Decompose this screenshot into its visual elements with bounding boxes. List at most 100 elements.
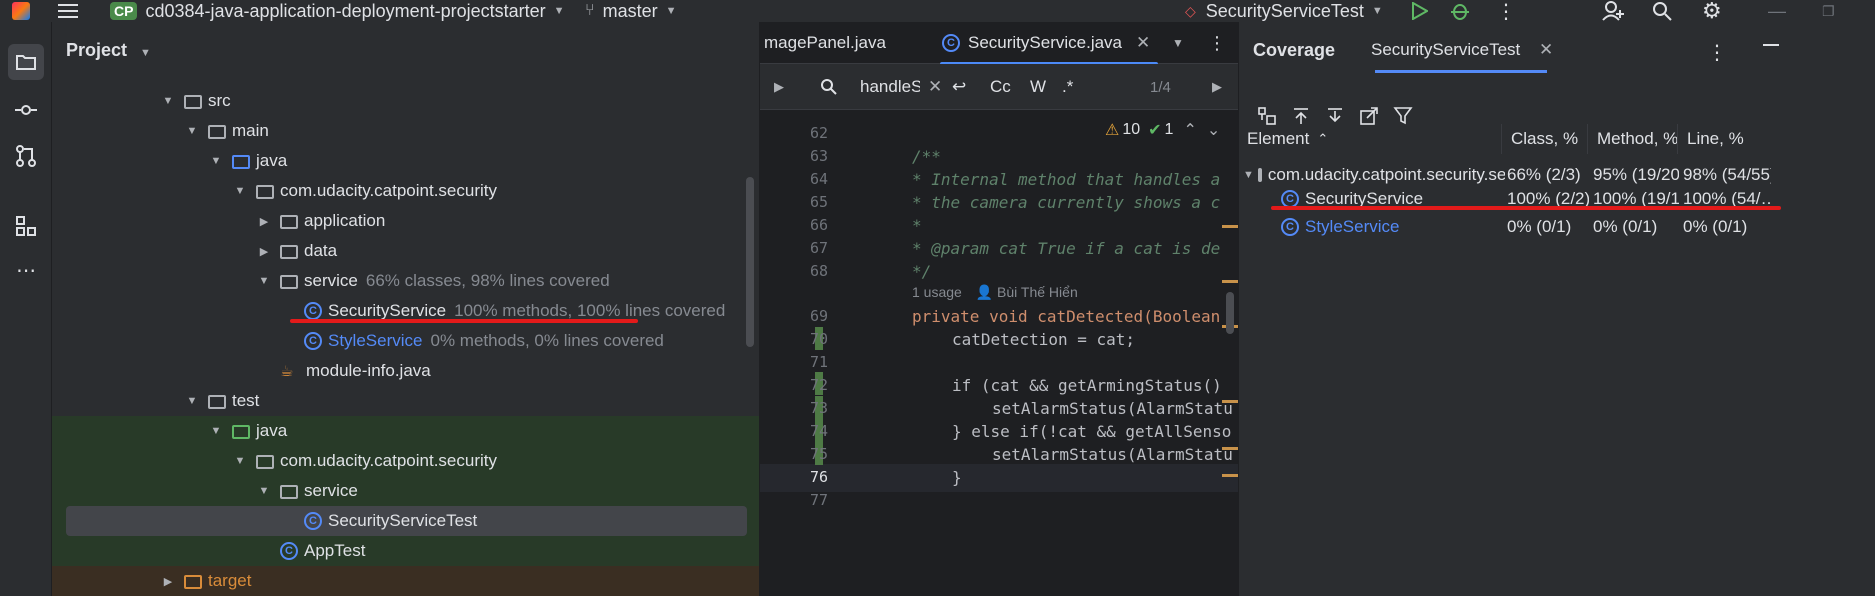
tree-item-securityservicetest[interactable]: C SecurityServiceTest xyxy=(52,506,759,536)
code-line[interactable]: catDetection = cat; xyxy=(952,330,1135,349)
coverage-run-tab[interactable]: SecurityServiceTest ✕ xyxy=(1371,40,1553,60)
expand-arrow-icon[interactable]: ▼ xyxy=(256,275,272,287)
expand-arrow-icon[interactable]: ▼ xyxy=(160,95,176,107)
restore-icon[interactable]: ❐ xyxy=(1822,0,1835,22)
chevron-right-icon[interactable]: ▶ xyxy=(774,64,784,110)
code-line[interactable]: * xyxy=(912,216,922,235)
column-header-line[interactable]: Line, % xyxy=(1687,124,1744,154)
project-selector[interactable]: CP cd0384-java-application-deployment-pr… xyxy=(110,0,565,22)
debug-button[interactable] xyxy=(1450,0,1470,22)
project-tool-button[interactable] xyxy=(8,44,44,80)
table-row[interactable]: C StyleService xyxy=(1281,212,1503,242)
more-actions-icon[interactable]: ⋮ xyxy=(1496,0,1516,23)
code-line[interactable]: * Internal method that handles a xyxy=(912,170,1220,189)
code-line[interactable]: } xyxy=(952,468,962,487)
tabs-overflow-icon[interactable]: ▼ xyxy=(1172,22,1184,64)
tree-item-label: application xyxy=(304,211,386,230)
next-match-icon[interactable]: ▶ xyxy=(1212,64,1222,110)
whole-word-button[interactable]: W xyxy=(1030,64,1046,110)
filter-icon[interactable] xyxy=(1393,106,1413,131)
tree-item-apptest[interactable]: C AppTest xyxy=(52,536,759,566)
expand-arrow-icon[interactable]: ▼ xyxy=(184,395,200,407)
tree-item-package[interactable]: ▼ com.udacity.catpoint.security xyxy=(52,176,759,206)
code-line[interactable]: * @param cat True if a cat is de xyxy=(912,239,1220,258)
code-line[interactable]: private void catDetected(Boolean xyxy=(912,307,1220,326)
search-icon[interactable] xyxy=(1652,0,1672,22)
commit-tool-button[interactable] xyxy=(8,92,44,128)
tabs-menu-icon[interactable]: ⋮ xyxy=(1208,22,1226,64)
minimize-icon[interactable]: — xyxy=(1768,0,1786,22)
tree-item-target[interactable]: ▶ target xyxy=(52,566,759,596)
new-line-icon[interactable]: ↩ xyxy=(952,64,966,110)
close-icon[interactable]: ✕ xyxy=(1539,40,1553,59)
run-button[interactable] xyxy=(1410,0,1428,22)
code-line[interactable]: setAlarmStatus(AlarmStatu xyxy=(992,399,1233,418)
clear-search-icon[interactable]: ✕ xyxy=(928,64,942,110)
close-icon[interactable]: ✕ xyxy=(1136,33,1150,53)
code-line[interactable]: */ xyxy=(912,262,931,281)
header-label: Method, % xyxy=(1597,129,1679,148)
code-line[interactable]: } else if(!cat && getAllSenso xyxy=(952,422,1231,441)
tree-item-main[interactable]: ▼ main xyxy=(52,116,759,146)
column-divider[interactable] xyxy=(1501,124,1502,154)
hide-panel-icon[interactable] xyxy=(1763,44,1779,46)
code-line[interactable]: /** xyxy=(912,147,941,166)
chevron-up-icon[interactable]: ⌃ xyxy=(1183,120,1196,140)
column-header-class[interactable]: Class, % xyxy=(1511,124,1578,154)
editor-scrollbar[interactable] xyxy=(1226,292,1234,334)
export-icon[interactable] xyxy=(1359,106,1379,131)
tab-securityservice[interactable]: C SecurityService.java ✕ xyxy=(942,22,1150,64)
main-menu-icon[interactable] xyxy=(58,0,78,22)
run-config-selector[interactable]: ◇ SecurityServiceTest ▼ xyxy=(1185,0,1383,22)
expand-arrow-icon[interactable]: ▼ xyxy=(232,455,248,467)
regex-button[interactable]: .* xyxy=(1062,64,1073,110)
add-user-icon[interactable] xyxy=(1602,0,1624,22)
tree-item-src[interactable]: ▼ src xyxy=(52,86,759,116)
project-scrollbar[interactable] xyxy=(746,177,754,347)
tree-item-service[interactable]: ▼ service 66% classes, 98% lines covered xyxy=(52,266,759,296)
column-divider[interactable] xyxy=(1587,124,1588,154)
code-line[interactable]: setAlarmStatus(AlarmStatu xyxy=(992,445,1233,464)
tree-item-data[interactable]: ▶ data xyxy=(52,236,759,266)
git-tool-button[interactable] xyxy=(8,138,44,174)
code-line[interactable]: * the camera currently shows a c xyxy=(912,193,1220,212)
expand-arrow-icon[interactable]: ▼ xyxy=(1243,169,1254,181)
tree-item-module-info[interactable]: ☕ module-info.java xyxy=(52,356,759,386)
collapse-arrow-icon[interactable]: ▶ xyxy=(256,215,272,228)
gear-icon[interactable]: ⚙ xyxy=(1702,0,1722,23)
tree-item-test-service[interactable]: ▼ service xyxy=(52,476,759,506)
code-line[interactable]: if (cat && getArmingStatus() xyxy=(952,376,1222,395)
tree-item-test-java[interactable]: ▼ java xyxy=(52,416,759,446)
branch-selector[interactable]: ⑂ master ▼ xyxy=(585,0,677,22)
tree-item-java[interactable]: ▼ java xyxy=(52,146,759,176)
expand-arrow-icon[interactable]: ▼ xyxy=(232,185,248,197)
chevron-down-icon[interactable]: ⌄ xyxy=(1207,120,1220,140)
tree-item-test-package[interactable]: ▼ com.udacity.catpoint.security xyxy=(52,446,759,476)
column-header-method[interactable]: Method, % xyxy=(1597,124,1678,154)
project-panel-title[interactable]: Project ▼ xyxy=(66,40,151,61)
code-vision-inlay[interactable]: 1 usage 👤 Bùi Thế Hiển xyxy=(912,284,1078,301)
tree-item-test[interactable]: ▼ test xyxy=(52,386,759,416)
collapse-arrow-icon[interactable]: ▶ xyxy=(160,575,176,588)
expand-arrow-icon[interactable]: ▼ xyxy=(208,155,224,167)
collapse-arrow-icon[interactable]: ▶ xyxy=(256,245,272,258)
usages-label[interactable]: 1 usage xyxy=(912,284,962,300)
tree-item-styleservice[interactable]: C StyleService 0% methods, 0% lines covere… xyxy=(52,326,759,356)
tree-item-application[interactable]: ▶ application xyxy=(52,206,759,236)
find-input[interactable]: handleS xyxy=(860,64,920,110)
expand-arrow-icon[interactable]: ▼ xyxy=(256,485,272,497)
tree-item-label: StyleService xyxy=(328,331,423,350)
app-logo-icon[interactable] xyxy=(12,0,30,22)
more-options-icon[interactable]: ⋮ xyxy=(1707,40,1727,65)
class-icon: C xyxy=(304,332,322,350)
tab-imagepanel[interactable]: magePanel.java xyxy=(764,22,886,64)
inspection-widget[interactable]: ⚠ 10 ✔ 1 ⌃ ⌄ xyxy=(1105,120,1220,140)
expand-arrow-icon[interactable]: ▼ xyxy=(184,125,200,137)
tree-item-label: module-info.java xyxy=(306,361,431,380)
match-case-button[interactable]: Cc xyxy=(990,64,1011,110)
structure-tool-button[interactable] xyxy=(8,208,44,244)
column-divider[interactable] xyxy=(1677,124,1678,154)
column-header-element[interactable]: Element ⌃ xyxy=(1247,124,1328,154)
more-tools-icon[interactable]: ⋯ xyxy=(8,252,44,288)
expand-arrow-icon[interactable]: ▼ xyxy=(208,425,224,437)
